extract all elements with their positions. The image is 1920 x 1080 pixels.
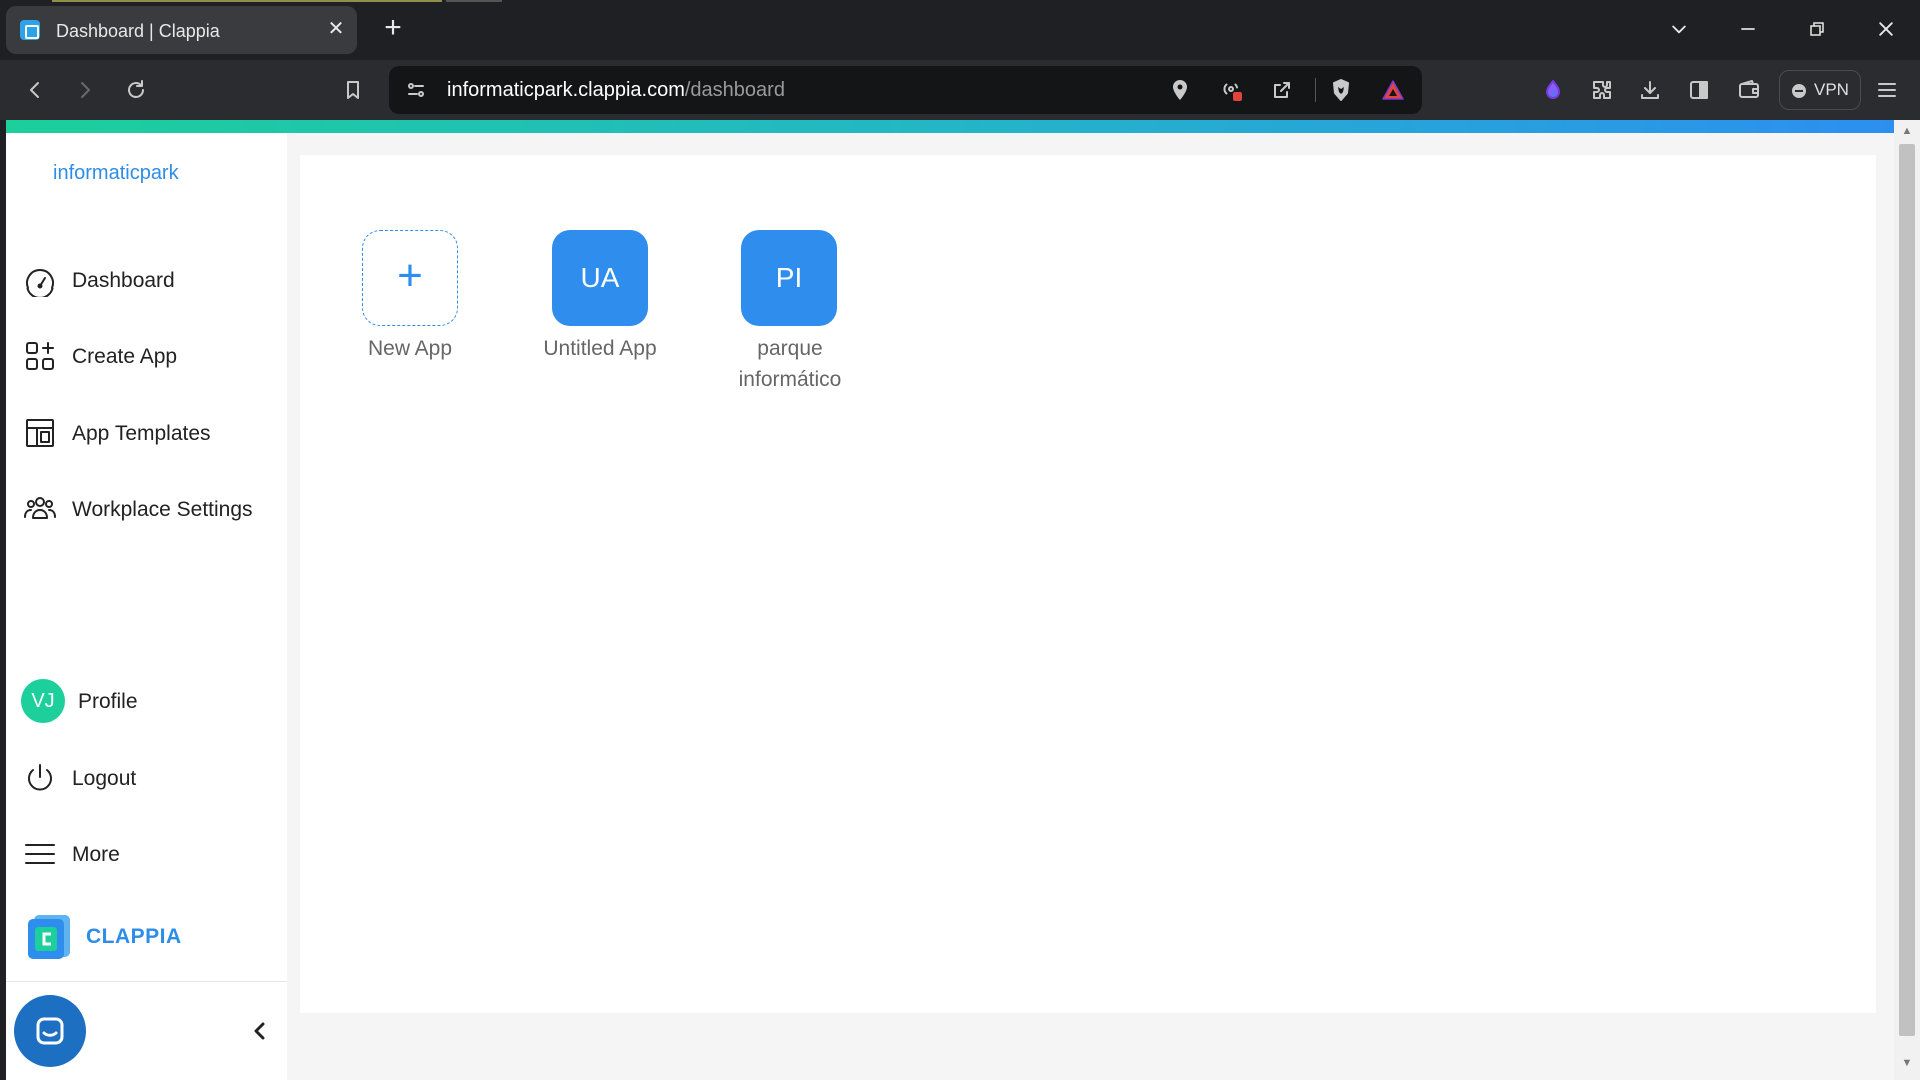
sidebar-item-label: More (72, 843, 120, 866)
browser-tab-active[interactable]: Dashboard | Clappia ✕ (6, 6, 357, 54)
users-group-icon (20, 491, 60, 527)
sidebar-divider (6, 981, 287, 982)
scrollbar-thumb[interactable] (1899, 144, 1915, 1036)
sidebar-item-workplace-settings[interactable]: Workplace Settings (20, 487, 280, 531)
sidebar-item-label: Dashboard (72, 269, 175, 292)
sidebar-item-create-app[interactable]: Create App (20, 334, 280, 378)
app-label: Untitled App (543, 337, 657, 360)
url-host: informaticpark.clappia.com (447, 79, 685, 101)
url-separator (1315, 78, 1316, 102)
tab-search-dropdown-icon[interactable] (1659, 12, 1699, 46)
web-page: informaticpark Dashboard Create App App … (6, 120, 1920, 1080)
vpn-label: VPN (1814, 80, 1849, 99)
sidebar-item-app-templates[interactable]: App Templates (20, 411, 280, 455)
share-icon[interactable] (1265, 73, 1299, 107)
new-tab-button[interactable]: + (376, 12, 410, 46)
window-minimize-icon[interactable] (1728, 12, 1768, 46)
chevron-left-icon (254, 1022, 265, 1040)
dashboard-gauge-icon (20, 262, 60, 298)
collapse-sidebar-button[interactable] (242, 1011, 278, 1051)
clappia-logo-icon (28, 915, 70, 959)
app-tile-parque-informatico[interactable]: PI parque informático (709, 230, 871, 400)
top-gradient-bar (6, 120, 1894, 133)
app-icon[interactable]: UA (552, 230, 648, 326)
sidebar-item-label: App Templates (72, 422, 211, 445)
sidebar-item-label: Workplace Settings (72, 498, 253, 521)
scroll-up-arrow-icon[interactable]: ▲ (1901, 126, 1913, 137)
browser-toolbar: informaticpark.clappia.com/dashboard VPN (0, 60, 1920, 120)
sidebar-item-profile[interactable]: VJ Profile (20, 679, 280, 723)
tab-strip-accent-secondary (446, 0, 502, 2)
sidebar-item-more[interactable]: More (20, 832, 280, 876)
vpn-status-icon (1792, 84, 1806, 98)
broadcast-blocked-icon[interactable] (1214, 73, 1248, 107)
power-icon (20, 760, 60, 796)
chat-icon (36, 1017, 64, 1045)
support-chat-button[interactable] (14, 995, 86, 1067)
bookmark-icon[interactable] (336, 73, 370, 107)
workspace-name[interactable]: informaticpark (53, 162, 179, 185)
browser-tab-bar: Dashboard | Clappia ✕ + (0, 0, 1920, 60)
sidebar-item-dashboard[interactable]: Dashboard (20, 258, 280, 302)
extensions-puzzle-icon[interactable] (1585, 73, 1619, 107)
tab-strip-accent (52, 0, 442, 2)
new-app-tile[interactable]: + New App (330, 230, 490, 400)
apps-grid: + New App UA Untitled App PI parque info… (300, 155, 1876, 1013)
reload-icon[interactable] (119, 73, 153, 107)
app-icon[interactable]: PI (741, 230, 837, 326)
brave-rewards-icon[interactable] (1376, 73, 1410, 107)
vpn-button[interactable]: VPN (1779, 70, 1861, 110)
plus-icon[interactable]: + (362, 230, 458, 326)
window-close-icon[interactable] (1866, 12, 1906, 46)
sidebar-item-label: Create App (72, 345, 178, 368)
brand-text: CLAPPIA (86, 925, 182, 948)
downloads-icon[interactable] (1633, 73, 1667, 107)
page-scrollbar[interactable]: ▲ ▼ (1894, 120, 1920, 1080)
brave-leo-icon[interactable] (1536, 73, 1570, 107)
sidebar-item-logout[interactable]: Logout (20, 756, 280, 800)
wallet-icon[interactable] (1732, 73, 1766, 107)
hamburger-menu-icon (20, 836, 60, 872)
sidebar-item-label: Logout (72, 767, 137, 790)
url-text: informaticpark.clappia.com/dashboard (447, 79, 785, 102)
clappia-favicon-icon (20, 20, 40, 40)
window-restore-icon[interactable] (1797, 12, 1837, 46)
address-bar[interactable]: informaticpark.clappia.com/dashboard (389, 66, 1422, 114)
site-settings-icon[interactable] (399, 73, 433, 107)
app-label: parque informático (738, 337, 842, 391)
clappia-brand[interactable]: CLAPPIA (26, 913, 226, 963)
tab-title: Dashboard | Clappia (56, 21, 220, 41)
browser-menu-icon[interactable] (1870, 73, 1904, 107)
back-arrow-icon[interactable] (18, 73, 52, 107)
tab-close-icon[interactable]: ✕ (323, 16, 349, 42)
scroll-down-arrow-icon[interactable]: ▼ (1901, 1058, 1913, 1069)
sidebar-toggle-icon[interactable] (1682, 73, 1716, 107)
sidebar: informaticpark Dashboard Create App App … (6, 133, 287, 1080)
avatar: VJ (21, 679, 65, 723)
app-tile-untitled-app[interactable]: UA Untitled App (520, 230, 680, 400)
brave-shields-icon[interactable] (1324, 73, 1358, 107)
location-pin-icon[interactable] (1163, 73, 1197, 107)
app-label: New App (367, 337, 453, 360)
url-path: /dashboard (684, 79, 785, 101)
sidebar-item-label: Profile (78, 690, 138, 713)
app-templates-layout-icon (20, 415, 60, 451)
forward-arrow-icon[interactable] (68, 73, 102, 107)
create-app-grid-icon (20, 338, 60, 374)
